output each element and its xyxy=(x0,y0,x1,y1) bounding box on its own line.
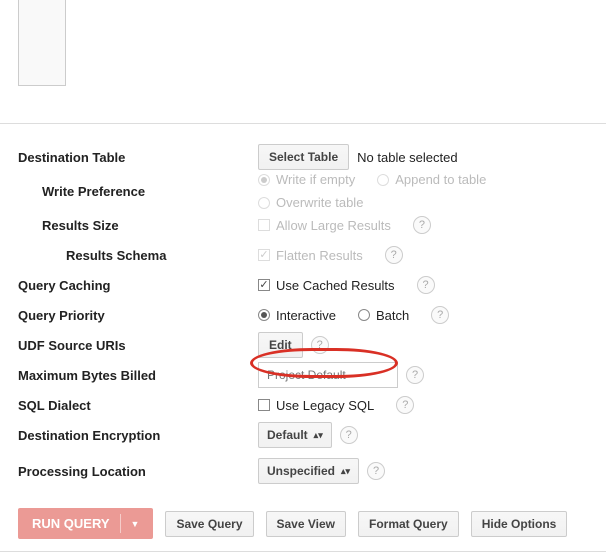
save-view-button[interactable]: Save View xyxy=(266,511,347,537)
use-legacy-sql-checkbox[interactable]: Use Legacy SQL xyxy=(258,398,374,413)
help-icon[interactable]: ? xyxy=(396,396,414,414)
destination-encryption-label: Destination Encryption xyxy=(18,428,258,443)
udf-source-uris-label: UDF Source URIs xyxy=(18,338,258,353)
edit-udf-button[interactable]: Edit xyxy=(258,332,303,358)
radio-icon xyxy=(358,309,370,321)
radio-icon xyxy=(258,197,270,209)
help-icon[interactable]: ? xyxy=(413,216,431,234)
flatten-results-checkbox: Flatten Results xyxy=(258,248,363,263)
encryption-select[interactable]: Default ▴▾ xyxy=(258,422,332,448)
run-query-button[interactable]: RUN QUERY ▼ xyxy=(18,508,153,539)
sql-dialect-label: SQL Dialect xyxy=(18,398,258,413)
save-query-button[interactable]: Save Query xyxy=(165,511,253,537)
hide-options-button[interactable]: Hide Options xyxy=(471,511,568,537)
format-query-button[interactable]: Format Query xyxy=(358,511,459,537)
destination-table-status: No table selected xyxy=(357,150,457,165)
editor-area xyxy=(0,0,606,124)
results-schema-label: Results Schema xyxy=(18,248,258,263)
help-icon[interactable]: ? xyxy=(340,426,358,444)
allow-large-results-checkbox: Allow Large Results xyxy=(258,218,391,233)
select-table-button[interactable]: Select Table xyxy=(258,144,349,170)
location-select[interactable]: Unspecified ▴▾ xyxy=(258,458,359,484)
help-icon[interactable]: ? xyxy=(417,276,435,294)
checkbox-icon xyxy=(258,399,270,411)
updown-icon: ▴▾ xyxy=(314,431,323,440)
interactive-radio[interactable]: Interactive xyxy=(258,308,336,323)
radio-icon xyxy=(258,174,270,186)
caret-down-icon: ▼ xyxy=(131,519,140,529)
checkbox-icon xyxy=(258,219,270,231)
results-size-label: Results Size xyxy=(18,218,258,233)
help-icon[interactable]: ? xyxy=(367,462,385,480)
write-preference-label: Write Preference xyxy=(18,184,258,199)
query-priority-label: Query Priority xyxy=(18,308,258,323)
processing-location-label: Processing Location xyxy=(18,464,258,479)
help-icon[interactable]: ? xyxy=(406,366,424,384)
help-icon[interactable]: ? xyxy=(385,246,403,264)
query-caching-label: Query Caching xyxy=(18,278,258,293)
use-cached-results-checkbox[interactable]: Use Cached Results xyxy=(258,278,395,293)
radio-icon xyxy=(377,174,389,186)
updown-icon: ▴▾ xyxy=(341,467,350,476)
checkbox-icon xyxy=(258,279,270,291)
write-if-empty-radio: Write if empty xyxy=(258,172,355,187)
batch-radio[interactable]: Batch xyxy=(358,308,409,323)
checkbox-icon xyxy=(258,249,270,261)
radio-icon xyxy=(258,309,270,321)
help-icon[interactable]: ? xyxy=(311,336,329,354)
append-to-table-radio: Append to table xyxy=(377,172,486,187)
query-options: Destination Table Select Table No table … xyxy=(0,124,606,496)
line-gutter xyxy=(18,0,66,86)
overwrite-table-radio: Overwrite table xyxy=(258,195,363,210)
max-bytes-billed-label: Maximum Bytes Billed xyxy=(18,368,258,383)
help-icon[interactable]: ? xyxy=(431,306,449,324)
max-bytes-input[interactable] xyxy=(258,362,398,388)
action-bar: RUN QUERY ▼ Save Query Save View Format … xyxy=(0,496,606,552)
destination-table-label: Destination Table xyxy=(18,150,258,165)
